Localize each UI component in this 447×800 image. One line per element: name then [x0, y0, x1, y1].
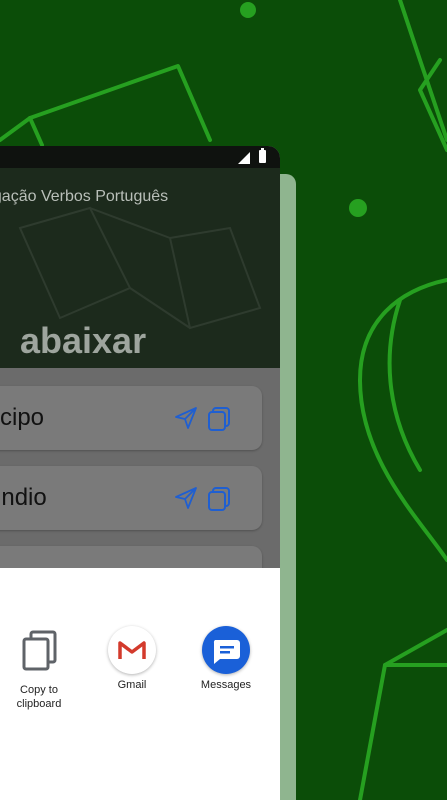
- messages-icon: [202, 626, 250, 674]
- app-header: ugação Verbos Português abaixar: [0, 168, 280, 368]
- send-icon[interactable]: [174, 406, 198, 430]
- share-sheet: Copy to clipboard Gmail Messages: [0, 568, 280, 800]
- copy-icon[interactable]: [206, 486, 232, 512]
- gmail-icon: [108, 626, 156, 674]
- battery-icon: [259, 148, 266, 163]
- share-gmail[interactable]: Gmail: [87, 626, 177, 692]
- share-label: Gmail: [117, 679, 147, 691]
- share-label: Copy to clipboard: [16, 684, 62, 710]
- share-copy-to-clipboard[interactable]: Copy to clipboard: [0, 626, 84, 711]
- verb-title: abaixar: [20, 320, 147, 361]
- page-title: ugação Verbos Português: [0, 188, 169, 205]
- list-item[interactable]: undio: [0, 466, 262, 530]
- list-item-label: ticipo: [0, 404, 45, 431]
- copy-icon: [22, 630, 57, 671]
- status-bar: [0, 146, 280, 168]
- copy-icon[interactable]: [206, 406, 232, 432]
- app-screenshot-frame: ugação Verbos Português abaixar ticipo u…: [0, 146, 280, 800]
- list-item[interactable]: ticipo: [0, 386, 262, 450]
- list-item-label: undio: [0, 484, 47, 511]
- signal-icon: [238, 152, 250, 164]
- share-label: Messages: [200, 679, 252, 691]
- share-messages[interactable]: Messages: [181, 626, 271, 692]
- send-icon[interactable]: [174, 486, 198, 510]
